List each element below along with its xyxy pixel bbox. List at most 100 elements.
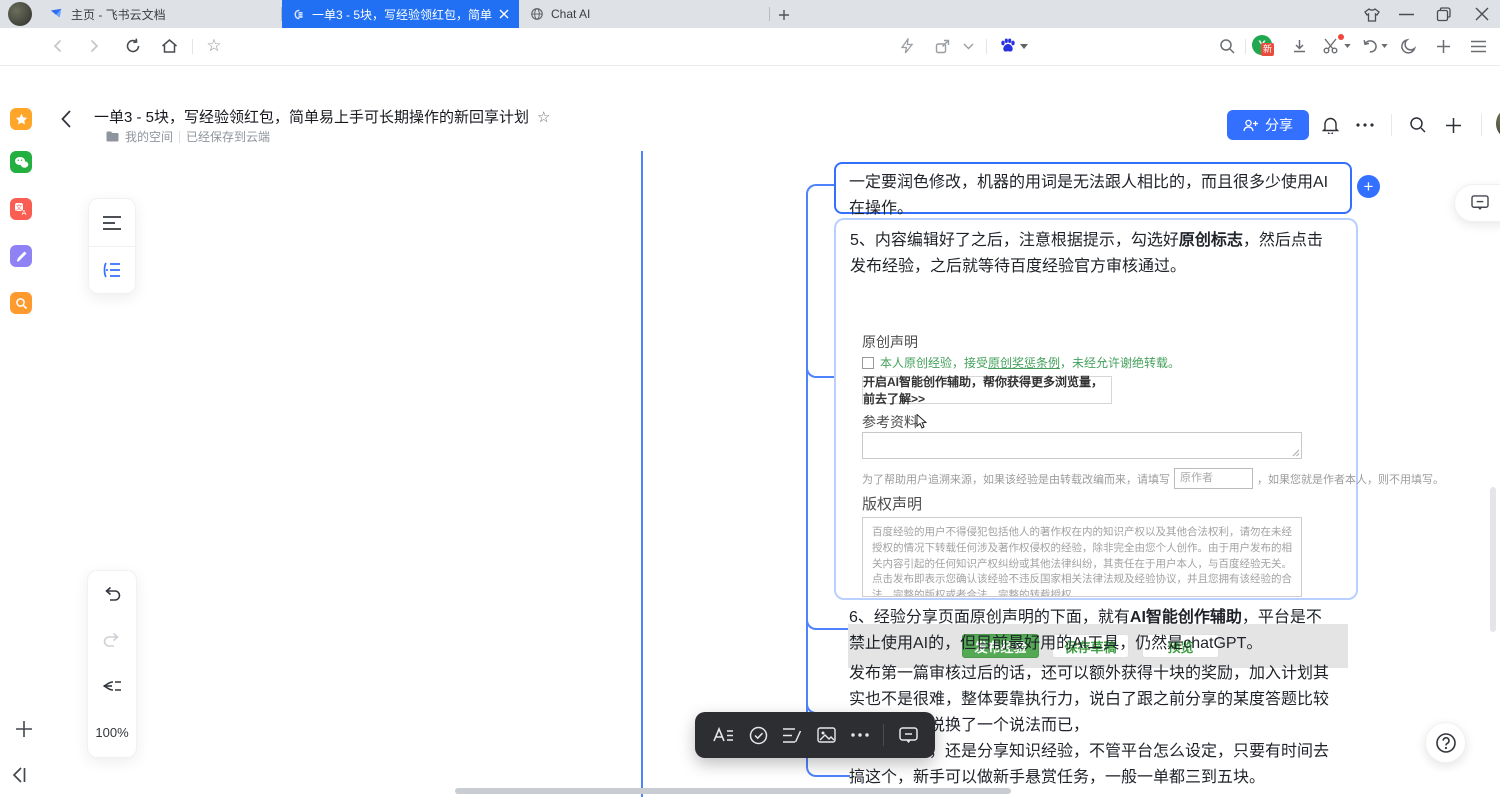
sidebar-wechat-extension[interactable] — [10, 151, 32, 173]
mouse-cursor — [916, 414, 927, 429]
text-style-icon[interactable] — [712, 726, 734, 744]
tab-chat-ai[interactable]: Chat AI — [520, 0, 768, 28]
horizontal-scrollbar[interactable] — [455, 788, 1011, 794]
share-people-icon — [1243, 119, 1259, 132]
tab-close-icon[interactable] — [499, 9, 509, 19]
sidebar-notes-extension[interactable] — [10, 245, 32, 267]
browser-toolbar: ☆ Y — [0, 28, 1500, 66]
format-toolbar — [695, 712, 935, 758]
doc-create-plus-icon[interactable] — [1440, 112, 1466, 138]
insert-image-icon[interactable] — [817, 727, 836, 743]
maximize-button[interactable] — [1436, 7, 1451, 22]
more-options-icon[interactable] — [1352, 112, 1378, 138]
flash-speed-icon[interactable] — [893, 32, 921, 60]
original-author-input[interactable]: 原作者 — [1174, 468, 1253, 489]
view-switch-panel — [88, 198, 136, 294]
mindnote-canvas[interactable]: 一定要润色修改，机器的用词是无法跟人相比的，而且很多少使用AI在操作。 + 5、… — [44, 151, 1500, 797]
share-page-icon[interactable] — [928, 32, 956, 60]
mindmap-view-button[interactable] — [89, 247, 135, 293]
resize-handle[interactable] — [1292, 449, 1300, 457]
new-tab-button[interactable] — [774, 5, 794, 25]
globe-favicon — [530, 7, 544, 21]
more-format-icon[interactable] — [851, 733, 869, 737]
toolbar-chevron-down-icon[interactable] — [957, 32, 979, 60]
reload-button[interactable] — [119, 32, 147, 60]
close-window-button[interactable] — [1475, 7, 1489, 21]
user-avatar[interactable] — [1496, 107, 1500, 140]
comment-icon[interactable] — [899, 727, 918, 744]
skin-theme-button[interactable] — [1362, 6, 1382, 24]
share-button[interactable]: 分享 — [1227, 110, 1309, 140]
node-polish-text[interactable]: 一定要润色修改，机器的用词是无法跟人相比的，而且很多少使用AI在操作。 — [834, 162, 1352, 214]
folder-icon — [106, 131, 119, 142]
collapse-nodes-button[interactable] — [88, 663, 136, 709]
tab-title: 主页 - 飞书云文档 — [71, 6, 270, 23]
reference-heading: 参考资料 — [862, 412, 918, 432]
mindmap-trunk-line — [641, 151, 643, 797]
doc-header: 一单3 - 5块，写经验领红包，简单易上手可长期操作的新回享计划 ☆ 我的空间 … — [44, 88, 1500, 152]
tab-title: 一单3 - 5块，写经验领红包，简单易 — [312, 6, 492, 23]
find-in-page-icon[interactable] — [1213, 32, 1241, 60]
bookmark-star-icon[interactable]: ☆ — [200, 32, 228, 60]
add-toolbar-icon[interactable] — [1429, 32, 1457, 60]
undo-button[interactable] — [88, 571, 136, 617]
forward-button[interactable] — [80, 32, 108, 60]
doc-favicon — [292, 8, 305, 21]
doc-back-button[interactable] — [60, 106, 82, 132]
home-button[interactable] — [155, 32, 183, 60]
svg-text:A: A — [22, 210, 27, 216]
undo-history-icon[interactable] — [1358, 32, 1392, 60]
reference-textarea[interactable] — [862, 432, 1302, 459]
save-status: 已经保存到云端 — [186, 128, 270, 145]
notifications-bell-icon[interactable] — [1317, 112, 1343, 138]
redo-button[interactable] — [88, 617, 136, 663]
node-step5[interactable]: 5、内容编辑好了之后，注意根据提示，勾选好原创标志，然后点击发布经验，之后就等待… — [834, 218, 1358, 600]
list-format-icon[interactable] — [782, 727, 802, 744]
embedded-baidu-screenshot: 原创声明 本人原创经验，接受原创奖惩条例，未经允许谢绝转载。 开启AI智能创作辅… — [848, 332, 1346, 600]
vertical-scrollbar[interactable] — [1490, 487, 1496, 632]
sidebar-search-extension[interactable] — [10, 292, 32, 314]
sidebar-translate-extension[interactable]: 文 A — [10, 198, 32, 220]
question-mark-icon — [1435, 732, 1457, 754]
sidebar-favorites-extension[interactable] — [10, 108, 32, 130]
comment-bubble-icon — [1471, 195, 1489, 211]
canvas-controls-panel: 100% — [87, 570, 137, 758]
collapse-sidebar-button[interactable] — [9, 765, 29, 785]
zoom-level-indicator[interactable]: 100% — [88, 709, 136, 755]
extension-new-badge: 新 — [1261, 43, 1274, 56]
doc-search-icon[interactable] — [1405, 112, 1431, 138]
reward-rules-link[interactable]: 原创奖惩条例 — [988, 356, 1060, 370]
browser-window: 主页 - 飞书云文档 一单3 - 5块，写经验领红包，简单易 Chat AI — [0, 0, 1500, 797]
favorite-star-icon[interactable]: ☆ — [537, 108, 550, 126]
breadcrumb-space[interactable]: 我的空间 — [125, 128, 173, 145]
doc-title: 一单3 - 5块，写经验领红包，简单易上手可长期操作的新回享计划 — [94, 106, 529, 127]
minimize-button[interactable] — [1399, 13, 1414, 16]
original-checkbox[interactable] — [862, 357, 874, 369]
sidebar-add-button[interactable] — [14, 719, 34, 739]
mindmap-branch-line — [806, 196, 808, 766]
screenshot-scissors-icon[interactable] — [1318, 32, 1354, 60]
tab-bar: 主页 - 飞书云文档 一单3 - 5块，写经验领红包，简单易 Chat AI — [0, 0, 1500, 28]
browser-profile-avatar[interactable] — [8, 2, 32, 26]
notification-dot — [1338, 34, 1344, 40]
night-mode-moon-icon[interactable] — [1394, 32, 1422, 60]
baidu-paw-extension[interactable] — [994, 32, 1032, 60]
original-declaration-heading: 原创声明 — [862, 332, 918, 352]
green-extension-icon[interactable]: Y 新 — [1249, 32, 1277, 60]
ai-assist-banner[interactable]: 开启AI智能创作辅助，帮你获得更多浏览量，前去了解>> — [862, 376, 1112, 404]
outline-view-button[interactable] — [89, 199, 135, 247]
add-node-button[interactable]: + — [1357, 175, 1380, 198]
tab-feishu-home[interactable]: 主页 - 飞书云文档 — [40, 0, 280, 28]
copyright-heading: 版权声明 — [862, 493, 922, 514]
back-button[interactable] — [44, 32, 72, 60]
task-check-icon[interactable] — [749, 726, 768, 745]
download-icon[interactable] — [1285, 32, 1313, 60]
node-step6[interactable]: 6、经验分享页面原创声明的下面，就有AI智能创作辅助，平台是不禁止使用AI的，但… — [849, 605, 1335, 657]
copyright-statement: 百度经验的用户不得侵犯包括他人的著作权在内的知识产权以及其他合法权利，请勿在未经… — [862, 517, 1302, 597]
tab-title: Chat AI — [551, 7, 758, 21]
feishu-favicon — [50, 7, 64, 21]
menu-hamburger-icon[interactable] — [1464, 32, 1492, 60]
help-button[interactable] — [1425, 722, 1466, 763]
tab-current-doc[interactable]: 一单3 - 5块，写经验领红包，简单易 — [282, 0, 519, 28]
comments-panel-button[interactable] — [1454, 184, 1500, 222]
